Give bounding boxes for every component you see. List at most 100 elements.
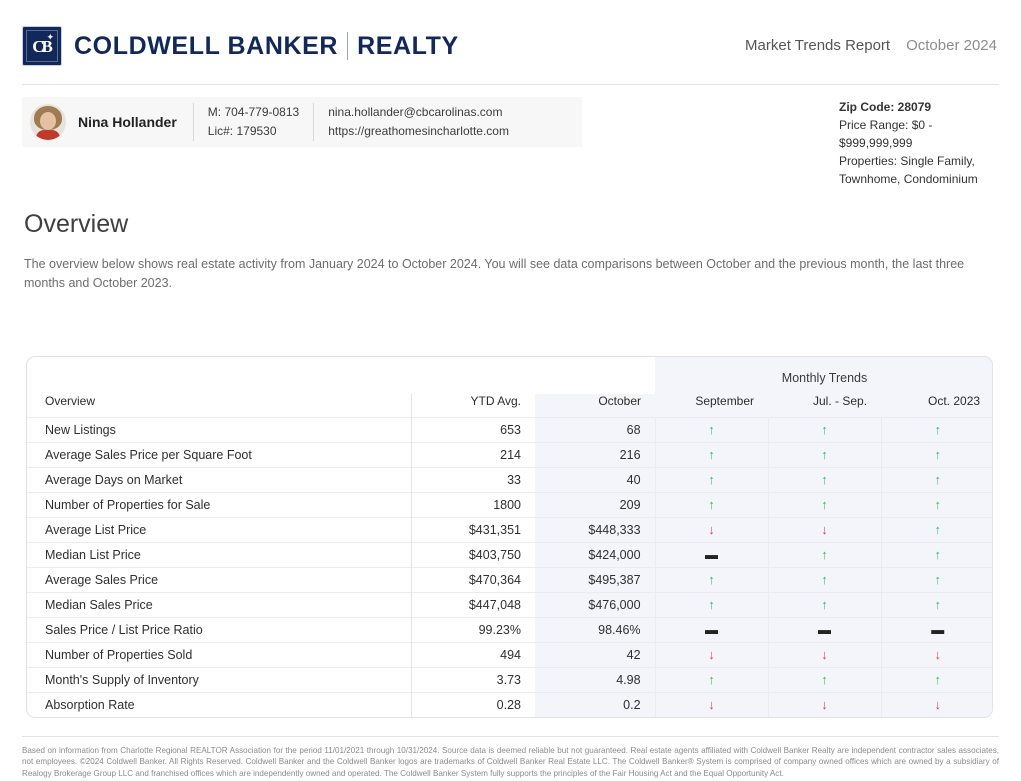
agent-website[interactable]: https://greathomesincharlotte.com	[328, 122, 509, 141]
cell-ytd-avg: 99.23%	[411, 616, 535, 642]
row-label: Sales Price / List Price Ratio	[27, 616, 412, 642]
group-header-spacer	[27, 357, 655, 394]
monthly-trends-table: Monthly Trends Overview YTD Avg. October…	[27, 356, 992, 717]
trend-up-icon: ↑	[934, 546, 942, 562]
report-date: October 2024	[906, 36, 997, 54]
cell-ytd-avg: 0.28	[411, 691, 535, 717]
agent-license: Lic#: 179530	[207, 124, 277, 138]
trend-up-icon: ↑	[708, 421, 715, 437]
trend-down-icon: ↓	[821, 696, 828, 712]
cell-trend-september: ↓	[654, 516, 769, 542]
trend-up-icon: ↑	[934, 471, 942, 487]
cell-trend-jul-sep: ↑	[767, 566, 882, 592]
coldwell-banker-logo-icon: CB ✦	[22, 26, 62, 66]
page-title: Overview	[24, 210, 129, 238]
cell-october: $495,387	[535, 566, 656, 592]
brand-divider	[347, 32, 349, 60]
cell-trend-september: ↑	[654, 441, 769, 467]
cell-october: 42	[535, 641, 656, 667]
filter-zip-value: 28079	[897, 100, 932, 114]
cell-trend-september: ↑	[654, 466, 769, 492]
monthly-trends-table-container: Monthly Trends Overview YTD Avg. October…	[26, 355, 993, 718]
trend-up-icon: ↑	[708, 446, 715, 462]
footer-disclaimer: Based on information from Charlotte Regi…	[22, 745, 999, 778]
trend-up-icon: ↑	[934, 671, 942, 687]
table-column-header-row: Overview YTD Avg. October September Jul.…	[27, 393, 992, 417]
cell-october: 0.2	[535, 691, 656, 717]
table-body: New Listings 653 68 ↑ ↑ ↑ Average Sales Price …	[27, 416, 992, 717]
row-label: Median List Price	[27, 541, 412, 567]
report-filters: Zip Code: 28079 Price Range: $0 - $999,9…	[839, 97, 999, 188]
table-group-header-row: Monthly Trends	[27, 356, 992, 394]
footer-divider	[22, 735, 999, 737]
cell-october: 216	[535, 441, 656, 467]
table-row: Absorption Rate 0.28 0.2 ↓ ↓ ↓	[27, 691, 992, 717]
avatar-face	[40, 112, 56, 130]
cell-trend-jul-sep: ↓	[767, 516, 882, 542]
table-row: New Listings 653 68 ↑ ↑ ↑	[27, 416, 992, 442]
table-row: Average List Price $431,351 $448,333 ↓ ↓ ↑	[27, 516, 992, 542]
trend-up-icon: ↑	[708, 596, 715, 612]
cell-ytd-avg: 494	[411, 641, 535, 667]
trend-up-icon: ↑	[821, 671, 828, 687]
star-icon: ✦	[46, 32, 54, 42]
avatar-shirt	[36, 130, 60, 140]
trend-down-icon: ↓	[821, 521, 828, 537]
column-header-ytd-avg: YTD Avg.	[410, 393, 535, 417]
cell-ytd-avg: 214	[411, 441, 535, 467]
trend-flat-icon: ▬	[705, 621, 719, 637]
trend-down-icon: ↓	[708, 646, 715, 662]
cell-trend-jul-sep: ↓	[767, 641, 882, 667]
trend-flat-icon: ▬	[818, 621, 832, 637]
agent-contact-web-block: nina.hollander@cbcarolinas.com https://g…	[313, 103, 523, 141]
table-row: Number of Properties for Sale 1800 209 ↑ ↑ ↑	[27, 491, 992, 517]
trend-down-icon: ↓	[934, 646, 942, 662]
agent-phone: M: 704-779-0813	[207, 105, 300, 120]
column-header-overview: Overview	[45, 393, 96, 408]
table-head: Monthly Trends Overview YTD Avg. October…	[27, 356, 992, 417]
cell-trend-september: ↓	[654, 691, 769, 717]
row-label: Average Days on Market	[27, 466, 412, 492]
column-header-jul-sep: Jul. - Sep.	[768, 393, 882, 417]
trend-up-icon: ↑	[708, 471, 715, 487]
cell-trend-oct-2023: ↑	[880, 591, 992, 617]
agent-info-bar: Nina Hollander M: 704-779-0813 Lic#: 179…	[22, 97, 582, 147]
cell-trend-jul-sep: ▬	[767, 616, 882, 642]
row-label: Number of Properties for Sale	[27, 491, 412, 517]
row-label: Average Sales Price per Square Foot	[27, 441, 412, 467]
column-header-october: October	[535, 393, 656, 417]
cell-trend-oct-2023: ↑	[880, 566, 992, 592]
trend-up-icon: ↑	[934, 521, 942, 537]
brand-logo: CB ✦ COLDWELL BANKER REALTY	[22, 26, 459, 66]
cell-trend-jul-sep: ↑	[767, 666, 882, 692]
agent-email[interactable]: nina.hollander@cbcarolinas.com	[328, 103, 509, 122]
cell-trend-jul-sep: ↑	[767, 541, 882, 567]
cell-trend-jul-sep: ↓	[767, 691, 882, 717]
cell-trend-oct-2023: ↑	[880, 541, 992, 567]
brand-wordmark: COLDWELL BANKER REALTY	[74, 32, 459, 61]
cell-trend-jul-sep: ↑	[767, 491, 882, 517]
agent-section: Nina Hollander M: 704-779-0813 Lic#: 179…	[0, 85, 1021, 188]
page-header: CB ✦ COLDWELL BANKER REALTY Market Trend…	[0, 0, 1021, 70]
overview-description: The overview below shows real estate act…	[24, 257, 965, 290]
cell-ytd-avg: 33	[411, 466, 535, 492]
row-label: Median Sales Price	[27, 591, 412, 617]
trend-down-icon: ↓	[821, 646, 828, 662]
trend-up-icon: ↑	[821, 471, 828, 487]
filter-price-range: Price Range: $0 - $999,999,999	[839, 118, 933, 150]
trend-up-icon: ↑	[934, 421, 942, 437]
cell-trend-jul-sep: ↑	[767, 441, 882, 467]
cell-ytd-avg: 1800	[411, 491, 535, 517]
report-title: Market Trends Report	[745, 36, 891, 54]
trend-up-icon: ↑	[934, 496, 942, 512]
brand-primary-text: COLDWELL BANKER	[74, 31, 339, 60]
trend-up-icon: ↑	[821, 496, 828, 512]
table-row: Average Days on Market 33 40 ↑ ↑ ↑	[27, 466, 992, 492]
trend-up-icon: ↑	[934, 571, 942, 587]
cell-trend-september: ↑	[654, 666, 769, 692]
table-row: Sales Price / List Price Ratio 99.23% 98.4…	[27, 616, 992, 642]
row-label: Number of Properties Sold	[27, 641, 412, 667]
cell-trend-oct-2023: ↑	[880, 441, 992, 467]
cell-trend-jul-sep: ↑	[767, 466, 882, 492]
cell-trend-september: ↑	[654, 491, 769, 517]
